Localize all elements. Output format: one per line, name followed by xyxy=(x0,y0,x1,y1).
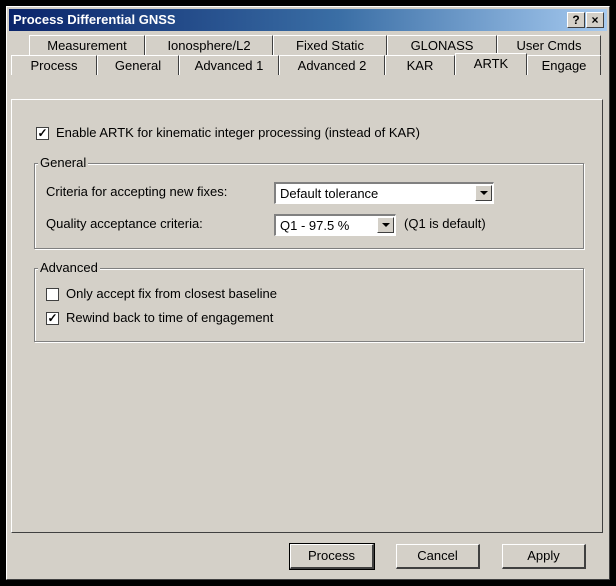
tab-general[interactable]: General xyxy=(97,55,179,75)
criteria-value: Default tolerance xyxy=(280,186,379,201)
closest-baseline-checkbox[interactable] xyxy=(46,288,59,301)
help-button[interactable]: ? xyxy=(567,12,585,28)
tab-fixed-static[interactable]: Fixed Static xyxy=(273,35,387,55)
chevron-down-icon xyxy=(480,191,488,195)
quality-hint: (Q1 is default) xyxy=(404,216,486,231)
enable-artk-checkbox[interactable]: ✓ xyxy=(36,127,49,140)
tab-kar[interactable]: KAR xyxy=(385,55,455,75)
quality-select[interactable]: Q1 - 97.5 % xyxy=(274,214,396,236)
tab-advanced-1[interactable]: Advanced 1 xyxy=(179,55,279,75)
general-legend: General xyxy=(38,155,89,170)
closest-baseline-label: Only accept fix from closest baseline xyxy=(66,286,277,301)
enable-artk-label: Enable ARTK for kinematic integer proces… xyxy=(56,125,420,140)
criteria-select[interactable]: Default tolerance xyxy=(274,182,494,204)
close-button[interactable]: × xyxy=(586,12,604,28)
tab-artk[interactable]: ARTK xyxy=(455,53,527,75)
rewind-label: Rewind back to time of engagement xyxy=(66,310,274,325)
tab-measurement[interactable]: Measurement xyxy=(29,35,145,55)
dialog-window: Process Differential GNSS ? × Measuremen… xyxy=(6,6,610,580)
apply-button[interactable]: Apply xyxy=(502,544,586,569)
chevron-down-icon xyxy=(382,223,390,227)
quality-label: Quality acceptance criteria: xyxy=(46,216,203,231)
quality-dropdown-button[interactable] xyxy=(377,217,394,233)
advanced-groupbox xyxy=(34,268,584,342)
tab-panel-artk: ✓ Enable ARTK for kinematic integer proc… xyxy=(11,99,603,533)
criteria-label: Criteria for accepting new fixes: xyxy=(46,184,228,199)
criteria-dropdown-button[interactable] xyxy=(475,185,492,201)
title-bar[interactable]: Process Differential GNSS ? × xyxy=(9,9,607,31)
process-button[interactable]: Process xyxy=(289,543,375,570)
tab-process[interactable]: Process xyxy=(11,55,97,75)
tab-ionosphere-l2[interactable]: Ionosphere/L2 xyxy=(145,35,273,55)
rewind-checkbox[interactable]: ✓ xyxy=(46,312,59,325)
quality-value: Q1 - 97.5 % xyxy=(280,218,350,233)
tab-engage[interactable]: Engage xyxy=(527,55,601,75)
cancel-button[interactable]: Cancel xyxy=(396,544,480,569)
window-title: Process Differential GNSS xyxy=(13,12,176,27)
advanced-legend: Advanced xyxy=(38,260,100,275)
tab-user-cmds[interactable]: User Cmds xyxy=(497,35,601,55)
general-groupbox xyxy=(34,163,584,249)
tab-advanced-2[interactable]: Advanced 2 xyxy=(279,55,385,75)
tab-glonass[interactable]: GLONASS xyxy=(387,35,497,55)
